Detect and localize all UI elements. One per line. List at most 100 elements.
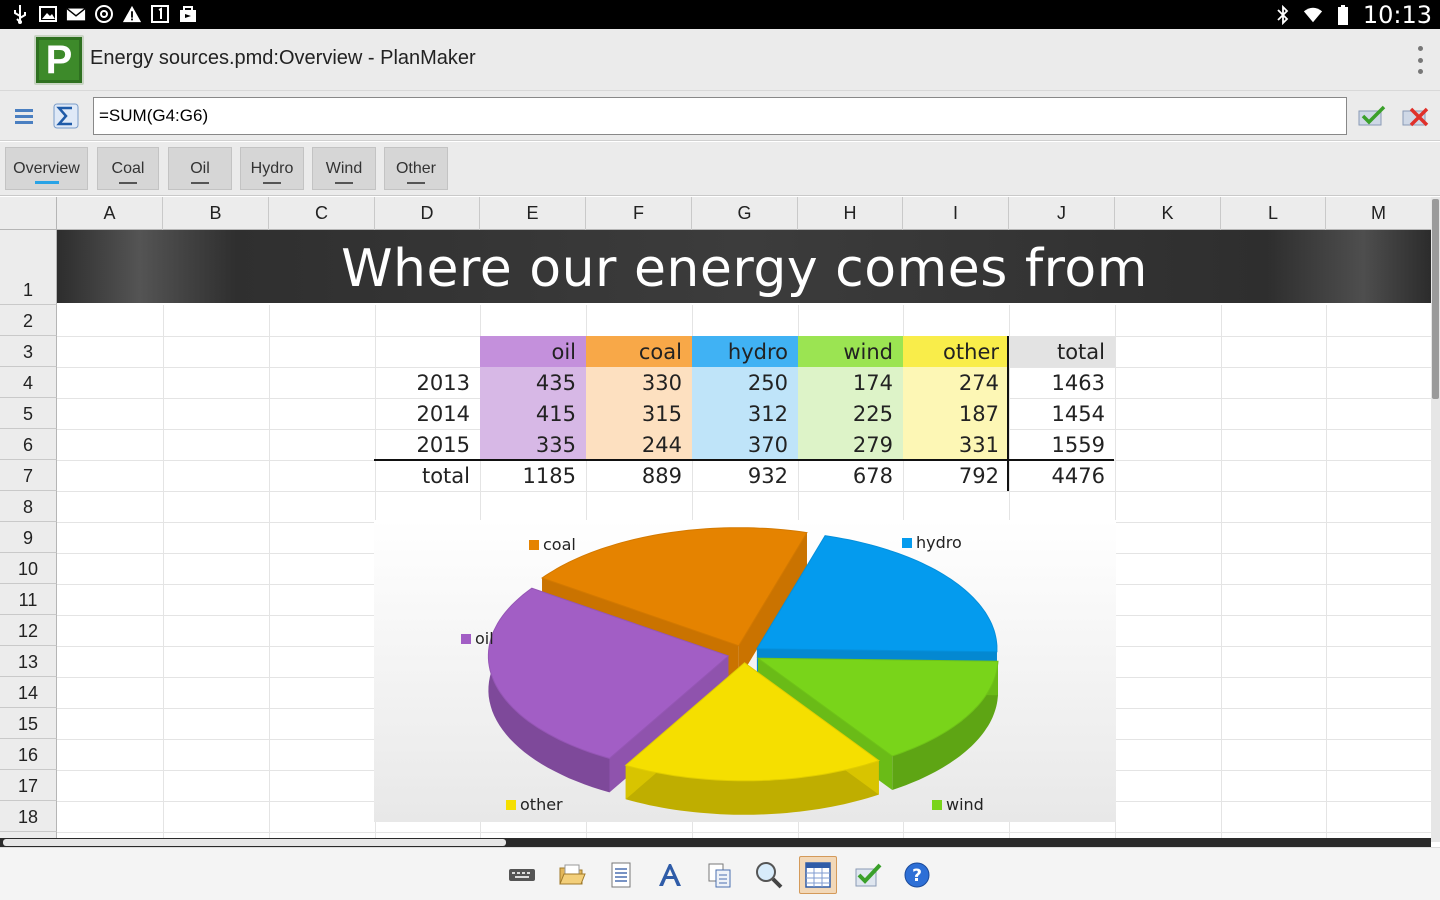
help-icon[interactable]: ? <box>898 856 936 894</box>
column-header[interactable]: D <box>375 197 480 230</box>
value-cell[interactable]: 187 <box>903 398 1009 429</box>
row-header[interactable]: 12 <box>0 615 57 646</box>
total-cell[interactable]: 792 <box>903 460 1009 491</box>
header-cell-total[interactable]: total <box>1009 336 1115 367</box>
value-cell[interactable]: 331 <box>903 429 1009 460</box>
value-cell[interactable]: 335 <box>480 429 586 460</box>
font-icon[interactable] <box>651 856 689 894</box>
row-header[interactable]: 2 <box>0 305 57 336</box>
value-cell[interactable]: 225 <box>798 398 903 429</box>
total-cell[interactable]: 889 <box>586 460 692 491</box>
row-header[interactable]: 9 <box>0 522 57 553</box>
column-header[interactable]: B <box>163 197 269 230</box>
tab-wind[interactable]: Wind <box>312 147 376 190</box>
column-header[interactable]: K <box>1115 197 1221 230</box>
column-header[interactable]: J <box>1009 197 1115 230</box>
legend-label: hydro <box>916 533 962 552</box>
value-cell[interactable]: 174 <box>798 367 903 398</box>
row-header[interactable]: 3 <box>0 336 57 367</box>
header-cell-other[interactable]: other <box>903 336 1009 367</box>
row-header[interactable]: 6 <box>0 429 57 460</box>
header-cell-oil[interactable]: oil <box>480 336 586 367</box>
column-header[interactable]: H <box>798 197 903 230</box>
gridline <box>1326 305 1327 839</box>
cancel-formula-button[interactable] <box>1400 100 1432 132</box>
tab-hydro[interactable]: Hydro <box>240 147 304 190</box>
row-header[interactable]: 4 <box>0 367 57 398</box>
column-header[interactable]: I <box>903 197 1009 230</box>
pie-chart[interactable]: coal hydro oil other wind <box>374 520 1116 822</box>
value-cell[interactable]: 435 <box>480 367 586 398</box>
legend-swatch <box>461 633 471 644</box>
select-all-corner[interactable] <box>0 197 57 230</box>
vertical-scrollbar[interactable] <box>1431 197 1440 842</box>
row-header[interactable]: 17 <box>0 770 57 801</box>
total-cell[interactable]: 1454 <box>1009 398 1115 429</box>
value-cell[interactable]: 250 <box>692 367 798 398</box>
year-cell[interactable]: 2014 <box>375 398 480 429</box>
value-cell[interactable]: 370 <box>692 429 798 460</box>
banner-cell[interactable]: Where our energy comes from <box>57 230 1432 303</box>
total-cell[interactable]: 1185 <box>480 460 586 491</box>
value-cell[interactable]: 312 <box>692 398 798 429</box>
row-header[interactable]: 11 <box>0 584 57 615</box>
row-header[interactable]: 7 <box>0 460 57 491</box>
svg-text:?: ? <box>912 866 922 886</box>
checkmark-icon[interactable] <box>849 856 887 894</box>
row-header[interactable]: 5 <box>0 398 57 429</box>
vertical-scrollbar-thumb[interactable] <box>1432 199 1439 399</box>
keyboard-icon[interactable] <box>503 856 541 894</box>
header-cell-wind[interactable]: wind <box>798 336 903 367</box>
row-header[interactable]: 16 <box>0 739 57 770</box>
header-cell-hydro[interactable]: hydro <box>692 336 798 367</box>
confirm-formula-button[interactable] <box>1356 100 1388 132</box>
row-header[interactable]: 10 <box>0 553 57 584</box>
formula-input[interactable] <box>93 97 1347 135</box>
row-header[interactable]: 13 <box>0 646 57 677</box>
column-header[interactable]: A <box>57 197 163 230</box>
overflow-menu-button[interactable] <box>1414 46 1426 74</box>
sum-icon[interactable] <box>50 100 82 132</box>
value-cell[interactable]: 274 <box>903 367 1009 398</box>
tab-overview[interactable]: Overview <box>5 147 88 190</box>
year-cell[interactable]: 2015 <box>375 429 480 460</box>
value-cell[interactable]: 244 <box>586 429 692 460</box>
table-icon[interactable] <box>799 856 837 894</box>
column-header[interactable]: C <box>269 197 375 230</box>
copy-paste-icon[interactable] <box>700 856 738 894</box>
value-cell[interactable]: 315 <box>586 398 692 429</box>
year-cell[interactable]: 2013 <box>375 367 480 398</box>
row-header[interactable]: 1 <box>0 230 57 305</box>
grand-total-cell[interactable]: 4476 <box>1009 460 1115 491</box>
document-icon[interactable] <box>602 856 640 894</box>
column-header[interactable]: E <box>480 197 586 230</box>
horizontal-scrollbar-thumb[interactable] <box>3 839 506 846</box>
overflow-dot <box>1417 46 1423 51</box>
header-cell-coal[interactable]: coal <box>586 336 692 367</box>
tab-coal[interactable]: Coal <box>97 147 159 190</box>
tab-oil[interactable]: Oil <box>168 147 232 190</box>
row-header[interactable]: 14 <box>0 677 57 708</box>
value-cell[interactable]: 415 <box>480 398 586 429</box>
column-header[interactable]: F <box>586 197 692 230</box>
sidebar-toggle-button[interactable] <box>8 100 40 132</box>
total-cell[interactable]: 678 <box>798 460 903 491</box>
total-cell[interactable]: 1463 <box>1009 367 1115 398</box>
total-cell[interactable]: 932 <box>692 460 798 491</box>
calendar-icon <box>150 3 170 25</box>
zoom-icon[interactable] <box>750 856 788 894</box>
row-header[interactable]: 8 <box>0 491 57 522</box>
column-header[interactable]: M <box>1326 197 1432 230</box>
tab-other[interactable]: Other <box>384 147 448 190</box>
column-header[interactable]: G <box>692 197 798 230</box>
row-header[interactable]: 15 <box>0 708 57 739</box>
total-label-cell[interactable]: total <box>375 460 480 491</box>
value-cell[interactable]: 279 <box>798 429 903 460</box>
image-icon <box>38 3 58 25</box>
column-header[interactable]: L <box>1221 197 1326 230</box>
folder-open-icon[interactable] <box>553 856 591 894</box>
total-cell[interactable]: 1559 <box>1009 429 1115 460</box>
horizontal-scrollbar[interactable] <box>0 838 1431 847</box>
value-cell[interactable]: 330 <box>586 367 692 398</box>
row-header[interactable]: 18 <box>0 801 57 832</box>
